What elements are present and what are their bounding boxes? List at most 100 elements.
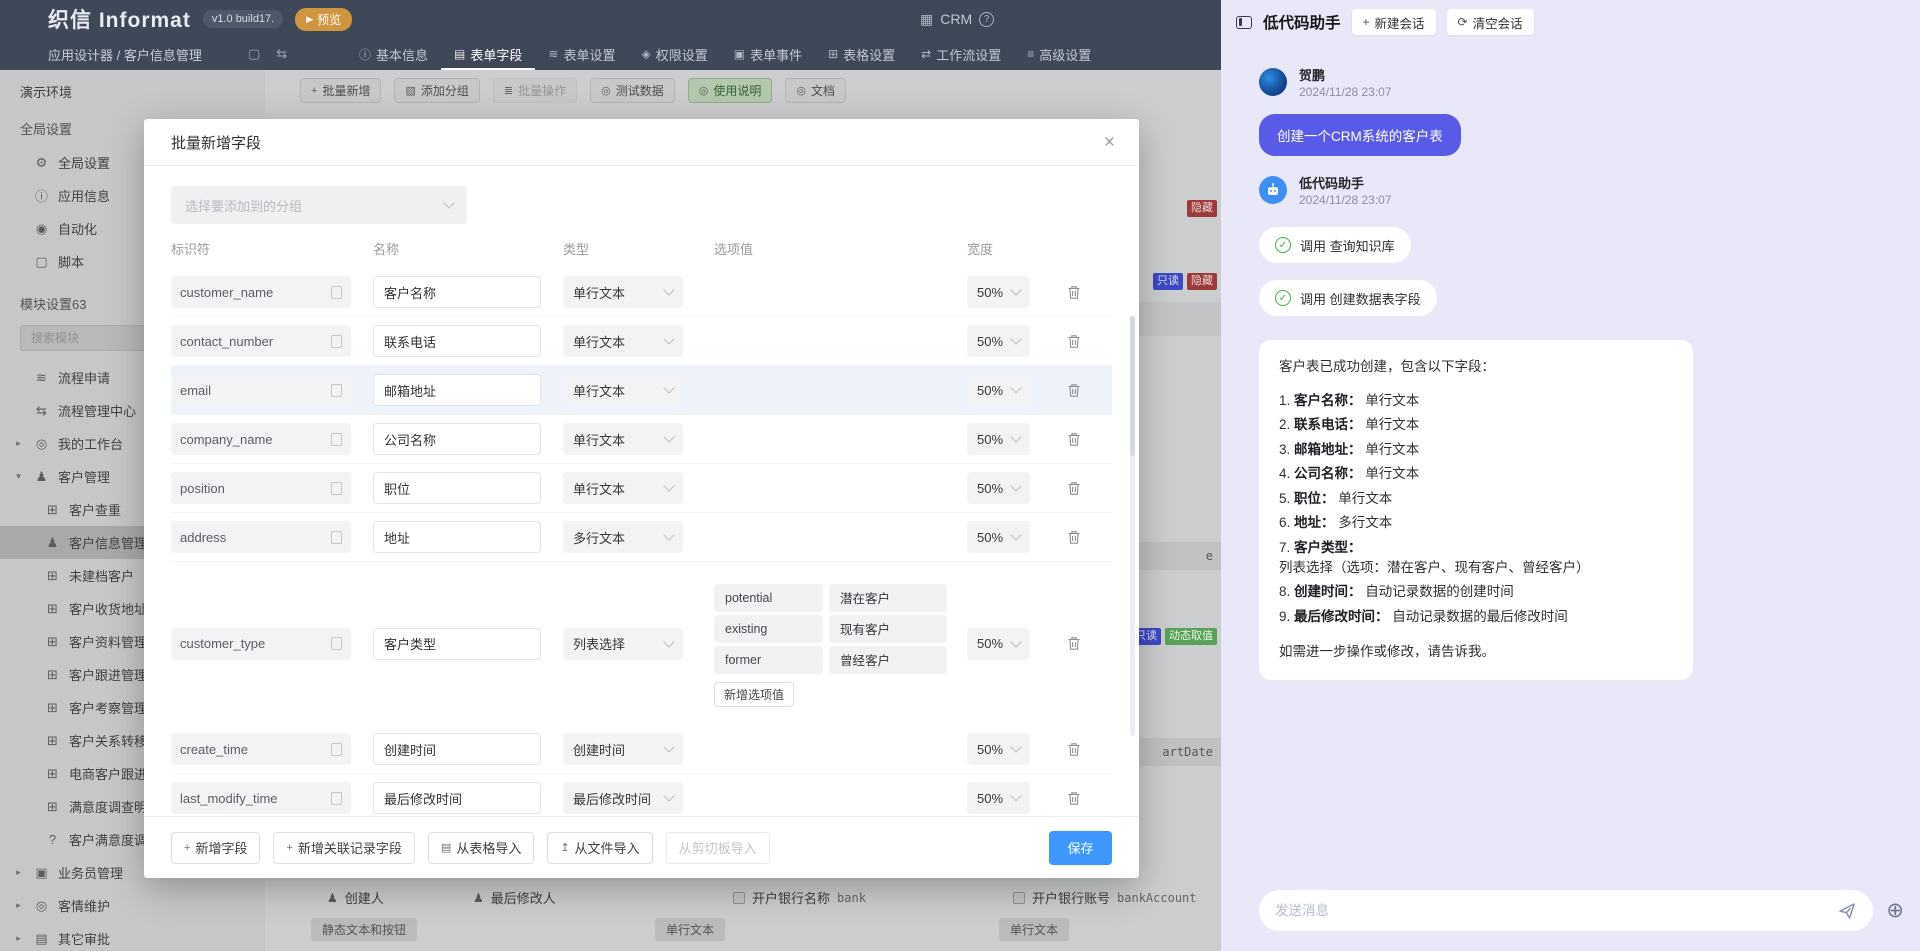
- chevron-right-icon[interactable]: ▸: [12, 900, 25, 911]
- field-identifier-input[interactable]: [171, 521, 351, 553]
- chevron-right-icon[interactable]: ▸: [12, 867, 25, 878]
- field-name-input[interactable]: [373, 472, 541, 504]
- send-icon[interactable]: [1837, 901, 1857, 921]
- field-width-select[interactable]: 50%: [967, 276, 1030, 308]
- footer-button-从文件导入[interactable]: ↥从文件导入: [547, 832, 652, 864]
- attach-icon[interactable]: ⊕: [1886, 900, 1904, 921]
- delete-field-button[interactable]: [1065, 283, 1083, 301]
- footer-button-新增字段[interactable]: +新增字段: [171, 832, 260, 864]
- delete-field-button[interactable]: [1065, 789, 1083, 807]
- field-width-select[interactable]: 50%: [967, 374, 1030, 406]
- identifier-value[interactable]: [180, 481, 331, 496]
- panel-icon[interactable]: [1236, 16, 1252, 29]
- tab-表格设置[interactable]: ⊞表格设置: [815, 38, 908, 70]
- toolbar-button[interactable]: ≣批量操作: [493, 78, 577, 103]
- field-width-select[interactable]: 50%: [967, 782, 1030, 814]
- tab-高级设置[interactable]: ≡高级设置: [1014, 38, 1104, 70]
- footer-button-从表格导入[interactable]: ▤从表格导入: [428, 832, 534, 864]
- field-type-select[interactable]: 单行文本: [563, 423, 683, 455]
- field-identifier-input[interactable]: [171, 325, 351, 357]
- field-identifier-input[interactable]: [171, 782, 351, 814]
- option-label-input[interactable]: 潜在客户: [829, 584, 947, 612]
- identifier-value[interactable]: [180, 742, 331, 757]
- field-type-select[interactable]: 列表选择: [563, 628, 683, 660]
- collapse-icon[interactable]: ⇆: [276, 46, 287, 62]
- field-name-input[interactable]: [373, 628, 541, 660]
- tab-权限设置[interactable]: ◈权限设置: [628, 38, 720, 70]
- field-name-input[interactable]: [373, 325, 541, 357]
- field-name-input[interactable]: [373, 521, 541, 553]
- field-type-select[interactable]: 单行文本: [563, 472, 683, 504]
- field-name-input[interactable]: [373, 374, 541, 406]
- field-type-select[interactable]: 创建时间: [563, 733, 683, 765]
- option-label-input[interactable]: 现有客户: [829, 615, 947, 643]
- field-name-input[interactable]: [373, 733, 541, 765]
- close-icon[interactable]: ×: [1104, 133, 1115, 152]
- delete-field-button[interactable]: [1065, 740, 1083, 758]
- identifier-value[interactable]: [180, 530, 331, 545]
- field-width-select[interactable]: 50%: [967, 325, 1030, 357]
- delete-field-button[interactable]: [1065, 430, 1083, 448]
- field-width-select[interactable]: 50%: [967, 472, 1030, 504]
- toolbar-button[interactable]: +批量新增: [300, 78, 381, 103]
- field-identifier-input[interactable]: [171, 276, 351, 308]
- identifier-value[interactable]: [180, 636, 331, 651]
- field-name-input[interactable]: [373, 276, 541, 308]
- sidebar-item-客情维护[interactable]: ▸◎客情维护: [0, 889, 265, 922]
- toolbar-button[interactable]: ◎测试数据: [590, 78, 675, 103]
- chat-input[interactable]: [1259, 890, 1873, 931]
- field-type-select[interactable]: 多行文本: [563, 521, 683, 553]
- toolbar-button[interactable]: ◎使用说明: [688, 78, 773, 103]
- new-chat-button[interactable]: +新建会话: [1352, 9, 1436, 35]
- modal-scrollbar[interactable]: [1130, 316, 1135, 736]
- field-type-select[interactable]: 最后修改时间: [563, 782, 683, 814]
- chevron-right-icon[interactable]: ▸: [12, 933, 25, 944]
- identifier-value[interactable]: [180, 791, 331, 806]
- identifier-value[interactable]: [180, 285, 331, 300]
- help-icon[interactable]: ?: [979, 12, 994, 27]
- tab-表单事件[interactable]: ▣表单事件: [721, 38, 815, 70]
- save-button[interactable]: 保存: [1049, 831, 1112, 865]
- group-select[interactable]: 选择要添加到的分组: [171, 186, 467, 224]
- field-name-input[interactable]: [373, 782, 541, 814]
- field-width-select[interactable]: 50%: [967, 628, 1030, 660]
- field-name-input[interactable]: [373, 423, 541, 455]
- tab-表单字段[interactable]: ▤表单字段: [441, 38, 535, 70]
- app-switcher[interactable]: ▦ CRM ?: [920, 0, 994, 38]
- field-width-select[interactable]: 50%: [967, 733, 1030, 765]
- sidebar-item-其它审批[interactable]: ▸▤其它审批: [0, 922, 265, 951]
- field-width-select[interactable]: 50%: [967, 423, 1030, 455]
- identifier-value[interactable]: [180, 334, 331, 349]
- delete-field-button[interactable]: [1065, 332, 1083, 350]
- tab-工作流设置[interactable]: ⇄工作流设置: [908, 38, 1014, 70]
- delete-field-button[interactable]: [1065, 381, 1083, 399]
- tab-表单设置[interactable]: ≋表单设置: [535, 38, 628, 70]
- toolbar-button[interactable]: ◎文档: [785, 78, 846, 103]
- field-identifier-input[interactable]: [171, 628, 351, 660]
- toolbar-button[interactable]: ▧添加分组: [394, 78, 479, 103]
- chevron-down-icon[interactable]: ▾: [12, 471, 25, 482]
- panel-toggle-icon[interactable]: ▢: [248, 46, 260, 62]
- field-width-select[interactable]: 50%: [967, 521, 1030, 553]
- field-type-select[interactable]: 单行文本: [563, 325, 683, 357]
- chat-input-field[interactable]: [1275, 903, 1829, 918]
- identifier-value[interactable]: [180, 432, 331, 447]
- option-value-input[interactable]: existing: [714, 615, 823, 643]
- tab-基本信息[interactable]: ⓘ基本信息: [346, 38, 441, 70]
- footer-button-新增关联记录字段[interactable]: +新增关联记录字段: [273, 832, 414, 864]
- field-type-select[interactable]: 单行文本: [563, 374, 683, 406]
- clear-chat-button[interactable]: ⟳清空会话: [1447, 9, 1534, 35]
- delete-field-button[interactable]: [1065, 528, 1083, 546]
- field-identifier-input[interactable]: [171, 733, 351, 765]
- preview-button[interactable]: ▶预览: [295, 8, 352, 31]
- option-label-input[interactable]: 曾经客户: [829, 646, 947, 674]
- delete-field-button[interactable]: [1065, 635, 1083, 653]
- identifier-value[interactable]: [180, 383, 331, 398]
- field-identifier-input[interactable]: [171, 374, 351, 406]
- chevron-right-icon[interactable]: ▸: [12, 438, 25, 449]
- add-option-button[interactable]: 新增选项值: [714, 682, 794, 707]
- footer-button-从剪切板导入[interactable]: 从剪切板导入: [666, 832, 770, 864]
- option-value-input[interactable]: former: [714, 646, 823, 674]
- field-identifier-input[interactable]: [171, 472, 351, 504]
- option-value-input[interactable]: potential: [714, 584, 823, 612]
